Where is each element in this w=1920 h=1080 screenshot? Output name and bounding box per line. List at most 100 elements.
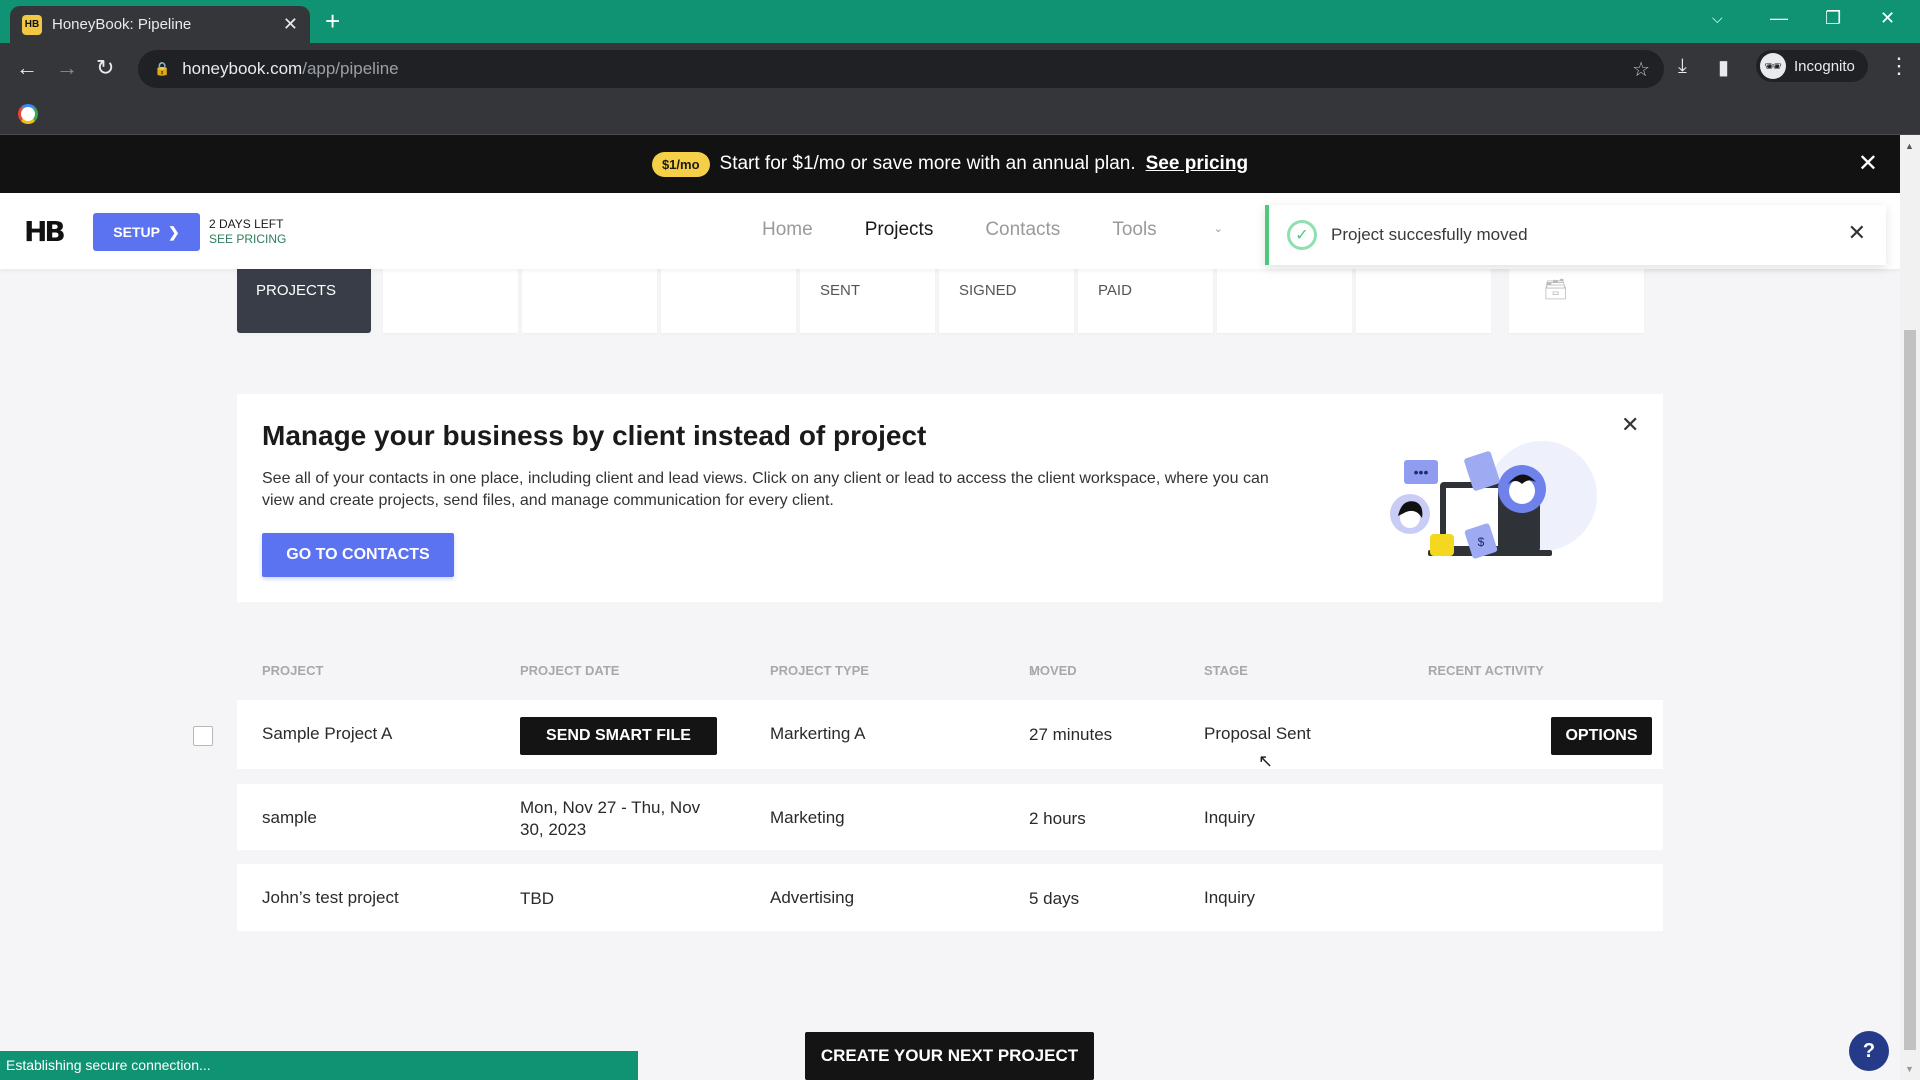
browser-status-bar: Establishing secure connection...: [0, 1051, 638, 1080]
page-viewport: $1/mo Start for $1/mo or save more with …: [0, 135, 1900, 1080]
check-circle-icon: ✓: [1287, 220, 1317, 250]
col-project-date[interactable]: PROJECT DATE: [520, 663, 619, 678]
see-pricing-link[interactable]: See pricing: [1146, 153, 1248, 175]
col-project-type[interactable]: PROJECT TYPE: [770, 663, 869, 678]
table-row[interactable]: sample Mon, Nov 27 - Thu, Nov 30, 2023 M…: [237, 784, 1663, 850]
browser-menu-icon[interactable]: ⋮: [1888, 53, 1910, 79]
success-toast: ✓ Project succesfully moved ✕: [1265, 205, 1886, 265]
project-stage[interactable]: Inquiry: [1204, 808, 1255, 828]
incognito-profile[interactable]: 🕶 Incognito: [1756, 50, 1868, 82]
setup-button[interactable]: SETUP ❯: [93, 213, 200, 251]
browser-tab[interactable]: HB HoneyBook: Pipeline ✕: [10, 6, 310, 43]
scroll-down-arrow-icon[interactable]: ▼: [1905, 1064, 1914, 1074]
moved-time: 2 hours: [1029, 809, 1086, 828]
moved-time: 27 minutes: [1029, 725, 1113, 744]
project-date-line2: 30, 2023: [520, 820, 587, 839]
reload-icon[interactable]: ↻: [96, 55, 114, 81]
price-pill: $1/mo: [651, 151, 710, 177]
dollar-sign: $: [1478, 535, 1485, 549]
trial-status: 2 DAYS LEFT SEE PRICING: [209, 217, 286, 247]
card-close-icon[interactable]: ✕: [1621, 412, 1639, 438]
nav-contacts[interactable]: Contacts: [985, 219, 1060, 241]
nav-home[interactable]: Home: [762, 219, 813, 241]
tab-search-chevron-icon[interactable]: ⌵: [1712, 10, 1723, 27]
days-left: 2 DAYS LEFT: [209, 217, 284, 231]
promo-message: Start for $1/mo or save more with an ann…: [719, 153, 1136, 174]
setup-label: SETUP: [113, 224, 160, 240]
stage-tab-paid[interactable]: PAID: [1078, 269, 1213, 333]
contacts-promo-card: Manage your business by client instead o…: [237, 394, 1663, 602]
lock-icon: 🔒: [154, 61, 171, 76]
honeybook-logo[interactable]: HB: [24, 215, 66, 248]
back-icon[interactable]: ←: [16, 55, 38, 81]
help-button[interactable]: ?: [1849, 1031, 1889, 1071]
stage-tab-7[interactable]: [1217, 269, 1352, 333]
restore-icon[interactable]: ❐: [1825, 8, 1841, 29]
scroll-up-arrow-icon[interactable]: ▲: [1905, 141, 1914, 151]
row-checkbox[interactable]: [193, 726, 213, 746]
minimize-icon[interactable]: —: [1770, 8, 1788, 29]
project-type: Markerting A: [770, 724, 866, 743]
project-date-line1: Mon, Nov 27 - Thu, Nov: [520, 798, 701, 817]
stage-tab-8[interactable]: [1356, 269, 1491, 333]
project-stage[interactable]: Proposal Sent: [1204, 724, 1311, 744]
see-pricing-small-link[interactable]: SEE PRICING: [209, 232, 286, 247]
project-stage[interactable]: Inquiry: [1204, 888, 1255, 908]
project-name[interactable]: Sample Project A: [262, 724, 392, 744]
project-name[interactable]: sample: [262, 808, 317, 828]
bookmarks-bar: [0, 95, 1920, 135]
incognito-icon: 🕶: [1760, 53, 1786, 79]
chevron-right-icon: ❯: [167, 223, 180, 240]
bookmark-star-icon[interactable]: ☆: [1632, 57, 1650, 82]
stage-tab-3[interactable]: [661, 269, 796, 333]
go-to-contacts-button[interactable]: GO TO CONTACTS: [262, 533, 454, 577]
stage-tab-2[interactable]: [522, 269, 657, 333]
google-bookmark-icon[interactable]: [18, 104, 38, 124]
project-date: Mon, Nov 27 - Thu, Nov 30, 2023: [520, 797, 700, 841]
page-scrollbar[interactable]: ▲ ▼: [1900, 135, 1920, 1080]
main-nav: Home Projects Contacts Tools ⌄: [762, 219, 1327, 241]
close-tab-icon[interactable]: ✕: [283, 14, 298, 35]
address-bar[interactable]: 🔒 honeybook.com /app/pipeline ☆: [138, 50, 1664, 88]
card-description: See all of your contacts in one place, i…: [262, 470, 1269, 509]
table-row[interactable]: Sample Project A SEND SMART FILE Markert…: [237, 700, 1663, 769]
side-panel-icon[interactable]: ▮: [1718, 55, 1729, 80]
new-tab-icon[interactable]: +: [325, 8, 340, 34]
card-title: Manage your business by client instead o…: [262, 420, 927, 451]
tab-title: HoneyBook: Pipeline: [52, 16, 192, 33]
col-stage[interactable]: STAGE: [1204, 663, 1248, 678]
forward-icon[interactable]: →: [56, 55, 78, 81]
project-type: Advertising: [770, 888, 855, 907]
moved-time: 5 days: [1029, 889, 1080, 908]
col-project[interactable]: PROJECT: [262, 663, 323, 678]
table-row[interactable]: John’s test project TBD Advertising 5 da…: [237, 864, 1663, 931]
send-smart-file-button[interactable]: SEND SMART FILE: [520, 717, 717, 755]
url-path: /app/pipeline: [302, 59, 399, 78]
browser-toolbar: ← → ↻ 🔒 honeybook.com /app/pipeline ☆ ⤓ …: [0, 43, 1920, 95]
url-host: honeybook.com: [182, 59, 303, 78]
archive-icon: 🗃: [1543, 279, 1569, 301]
stage-tab-archive[interactable]: 🗃: [1509, 269, 1644, 333]
sort-icon: ↓↑: [1029, 663, 1042, 678]
promo-banner: $1/mo Start for $1/mo or save more with …: [0, 135, 1900, 193]
stage-tab-sent[interactable]: SENT: [800, 269, 935, 333]
nav-tools-label: Tools: [1112, 219, 1157, 240]
scrollbar-thumb[interactable]: [1904, 330, 1916, 1050]
download-icon[interactable]: ⤓: [1678, 55, 1687, 78]
nav-tools[interactable]: Tools ⌄: [1112, 219, 1275, 241]
promo-close-icon[interactable]: ✕: [1858, 149, 1878, 178]
stage-tab-signed[interactable]: SIGNED: [939, 269, 1074, 333]
stage-tab-1[interactable]: [383, 269, 518, 333]
create-next-project-button[interactable]: CREATE YOUR NEXT PROJECT: [805, 1032, 1094, 1080]
stage-tab-projects[interactable]: PROJECTS: [237, 269, 371, 333]
col-recent-activity[interactable]: RECENT ACTIVITY: [1428, 663, 1544, 678]
project-name[interactable]: John’s test project: [262, 888, 399, 908]
window-close-icon[interactable]: ✕: [1880, 8, 1895, 29]
coffee-mug-icon: [1430, 534, 1454, 556]
mouse-cursor-icon: ↖: [1258, 751, 1274, 771]
toast-close-icon[interactable]: ✕: [1848, 220, 1866, 246]
toast-message: Project succesfully moved: [1331, 225, 1528, 244]
honeybook-favicon-icon: HB: [22, 14, 42, 35]
nav-projects[interactable]: Projects: [865, 219, 934, 241]
options-button[interactable]: OPTIONS: [1551, 717, 1652, 755]
